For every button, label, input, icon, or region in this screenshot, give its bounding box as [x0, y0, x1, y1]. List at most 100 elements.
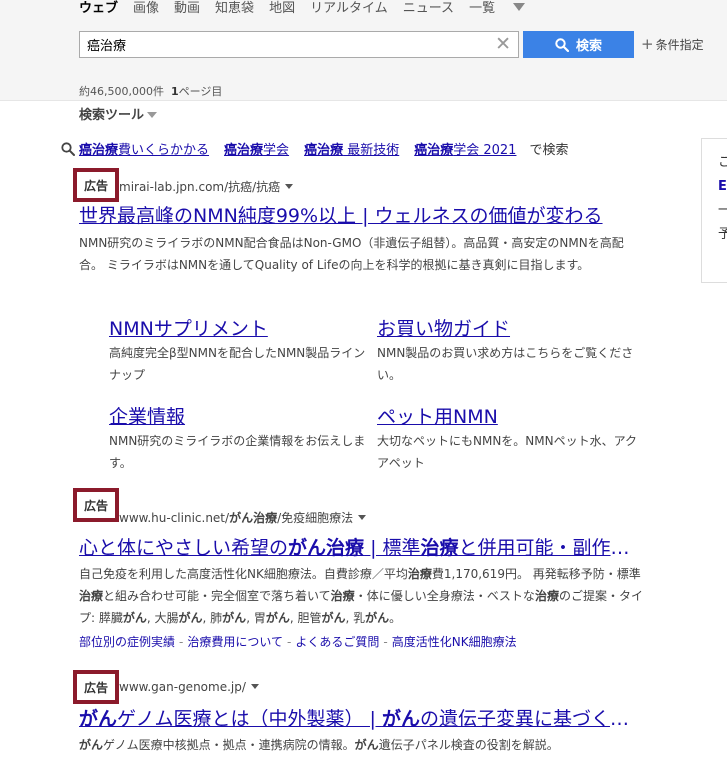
side-card: こ E 一 予: [701, 138, 727, 283]
highlight-text: がん: [381, 708, 420, 730]
related-bold: 癌治療: [79, 143, 119, 158]
ad-extension-link[interactable]: 治療費用について: [187, 635, 283, 649]
tab-list-label: 一覧: [469, 1, 496, 16]
text-run: ・体に優しい全身療法・ベストな: [354, 589, 535, 603]
ad-url-text: mirai-lab.jpn.com/抗癌/抗癌: [119, 180, 281, 194]
highlight-text: がん: [79, 708, 118, 730]
side-card-line: 一: [718, 203, 727, 218]
ad-badge: 広告: [73, 488, 119, 522]
sitelink-title[interactable]: お買い物ガイド: [377, 314, 645, 341]
search-button-label: 検索: [575, 39, 602, 54]
sitelinks: 企業情報 NMN研究のミライラボの企業情報をお伝えします。 ペット用NMN 大切…: [109, 402, 645, 474]
result-count-value: 約46,500,000件: [79, 85, 164, 98]
highlight-text: 治療: [407, 567, 432, 581]
tab-news[interactable]: ニュース: [403, 0, 454, 16]
highlight-text: がん: [265, 611, 290, 625]
caret-down-icon[interactable]: [250, 684, 259, 689]
tab-list[interactable]: 一覧: [469, 0, 526, 16]
related-rest: 学会: [263, 143, 290, 158]
sitelinks: NMNサプリメント 高純度完全β型NMNを配合したNMN製品ラインナップ お買い…: [109, 314, 645, 386]
related-bold: 癌治療: [224, 143, 264, 158]
text-run: , 胆管: [289, 611, 322, 625]
caret-down-icon: [147, 112, 158, 118]
side-card-line: 予: [718, 227, 727, 242]
highlight-text: がん: [222, 611, 247, 625]
ad-extension-link[interactable]: 高度活性化NK細胞療法: [392, 635, 517, 649]
search-icon: [555, 37, 569, 52]
highlight-text: がん: [321, 611, 346, 625]
sitelink: ペット用NMN 大切なペットにもNMNを。NMNペット水、アクアペット: [377, 402, 645, 474]
caret-down-icon[interactable]: [285, 184, 294, 189]
tab-web[interactable]: ウェブ: [79, 0, 118, 16]
ad-url: mirai-lab.jpn.com/抗癌/抗癌: [119, 178, 294, 195]
related-suffix: で検索: [529, 143, 569, 158]
text-run: と併用可能・副作用が少ない: [458, 537, 644, 559]
advanced-search-link[interactable]: + 条件指定: [641, 35, 704, 53]
search-tools-toggle[interactable]: 検索ツール: [79, 104, 158, 123]
tab-video[interactable]: 動画: [174, 0, 200, 16]
tab-images[interactable]: 画像: [133, 0, 159, 16]
text-run: と組み合わせ可能・完全個室で落ち着いて: [103, 589, 331, 603]
ad-description: 自己免疫を利用した高度活性化NK細胞療法。自費診療／平均治療費1,170,619…: [79, 563, 644, 629]
text-run: 費1,170,619円。 再発転移予防・標準: [431, 567, 641, 581]
ad-url-pre: www.hu-clinic.net/: [119, 511, 230, 525]
search-tabs: ウェブ 画像 動画 知恵袋 地図 リアルタイム ニュース 一覧: [79, 0, 540, 16]
highlight-text: がん: [178, 611, 203, 625]
sitelink-description: 大切なペットにもNMNを。NMNペット水、アクアペット: [377, 434, 638, 470]
sitelink-title[interactable]: ペット用NMN: [377, 402, 645, 429]
plus-icon: +: [641, 35, 654, 53]
text-run: ゲノム医療中核拠点・拠点・連携病院の情報。: [103, 738, 355, 752]
sitelink-description: 高純度完全β型NMNを配合したNMN製品ラインナップ: [109, 346, 366, 382]
related-link[interactable]: 癌治療学会: [224, 139, 289, 158]
related-link[interactable]: 癌治療費いくらかかる: [79, 139, 209, 158]
ad-url-post: /免疫細胞療法: [277, 511, 354, 525]
result-count: 約46,500,000件 1ページ目: [79, 83, 222, 99]
text-run: , 大腸: [146, 611, 179, 625]
related-rest: 最新技術: [343, 143, 400, 158]
clear-icon[interactable]: ✕: [495, 34, 511, 55]
highlight-text: 治療: [79, 589, 104, 603]
ad-url: www.hu-clinic.net/がん治療/免疫細胞療法: [119, 509, 367, 526]
text-run: , 胃: [246, 611, 266, 625]
ad-title[interactable]: 心と体にやさしい希望のがん治療 | 標準治療と併用可能・副作用が少ない: [79, 533, 644, 560]
sitelink-title[interactable]: 企業情報: [109, 402, 377, 429]
related-rest: 学会 2021: [453, 143, 517, 158]
ad-extension-link[interactable]: 部位別の症例実績: [79, 635, 175, 649]
ad-title[interactable]: がんゲノム医療とは（中外製薬） | がんの遺伝子変異に基づく治療: [79, 704, 644, 731]
related-link[interactable]: 癌治療学会 2021: [414, 139, 516, 158]
side-card-line: E: [718, 179, 727, 194]
highlight-text: 治療: [420, 537, 459, 559]
tab-map[interactable]: 地図: [269, 0, 295, 16]
separator: -: [287, 635, 292, 649]
text-run: , 乳: [345, 611, 366, 625]
search-box: ✕: [79, 31, 519, 58]
caret-down-icon[interactable]: [358, 515, 367, 520]
text-run: 心と体にやさしい希望の: [79, 537, 289, 559]
ad-extension-links: 部位別の症例実績 - 治療費用について - よくあるご質問 - 高度活性化NK細胞療法: [79, 633, 517, 650]
sitelink-title[interactable]: NMNサプリメント: [109, 314, 377, 341]
related-bold: 癌治療: [304, 143, 344, 158]
sitelink: 企業情報 NMN研究のミライラボの企業情報をお伝えします。: [109, 402, 377, 474]
ad-description: がんゲノム医療中核拠点・拠点・連携病院の情報。がん遺伝子パネル検査の役割を解説。: [79, 734, 644, 756]
highlight-text: がん: [122, 611, 147, 625]
ad-extension-link[interactable]: よくあるご質問: [295, 635, 379, 649]
highlight-text: 治療: [330, 589, 355, 603]
search-header: ウェブ 画像 動画 知恵袋 地図 リアルタイム ニュース 一覧 ✕ 検索 +条件…: [0, 0, 727, 101]
text-run: , 肺: [202, 611, 223, 625]
sitelink-description: NMN研究のミライラボの企業情報をお伝えします。: [109, 434, 366, 470]
text-run: 。: [389, 611, 402, 625]
search-input[interactable]: [80, 32, 480, 57]
tab-realtime[interactable]: リアルタイム: [310, 0, 388, 16]
tab-chiebukuro[interactable]: 知恵袋: [215, 0, 254, 16]
text-run: 自己免疫を利用した高度活性化NK細胞療法。自費診療／平均: [79, 567, 408, 581]
text-run: の遺伝子変異に基づく治療: [419, 708, 644, 730]
related-bold: 癌治療: [414, 143, 454, 158]
sitelink: NMNサプリメント 高純度完全β型NMNを配合したNMN製品ラインナップ: [109, 314, 377, 386]
highlight-text: がん治療: [288, 537, 365, 559]
sitelink-description: NMN製品のお買い求め方はこちらをご覧ください。: [377, 346, 634, 382]
search-icon: [61, 141, 75, 156]
search-button[interactable]: 検索: [523, 31, 634, 58]
side-card-line: こ: [718, 155, 727, 170]
related-link[interactable]: 癌治療 最新技術: [304, 139, 399, 158]
ad-title[interactable]: 世界最高峰のNMN純度99%以上 | ウェルネスの価値が変わる: [79, 201, 644, 228]
